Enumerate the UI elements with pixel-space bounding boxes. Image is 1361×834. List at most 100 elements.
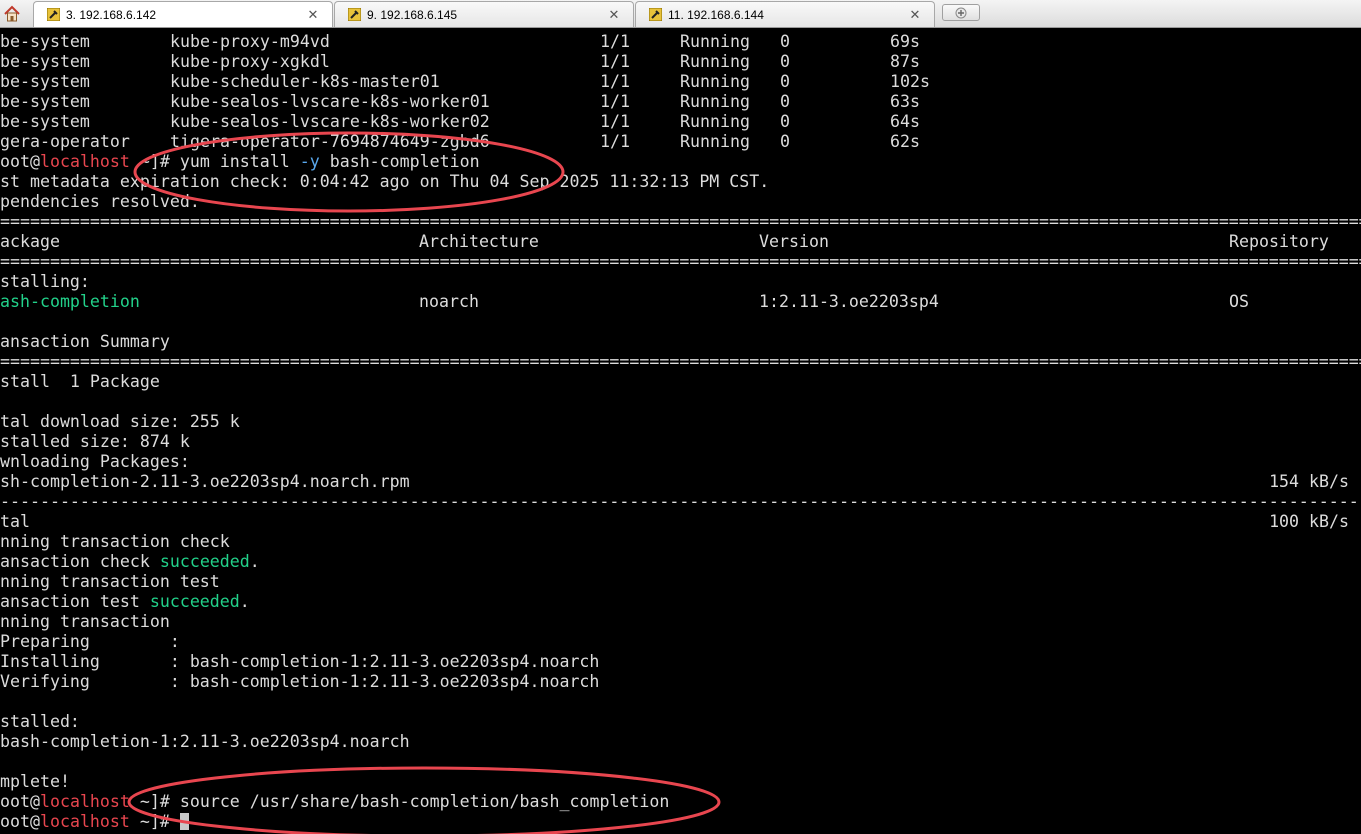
pod-name: kube-proxy-xgkdl — [170, 52, 330, 71]
metadata-line: st metadata expiration check: 0:04:42 ag… — [0, 172, 770, 191]
command-text: source /usr/share/bash-completion/bash_c… — [179, 792, 670, 811]
check-result: ansaction check succeeded. — [0, 552, 260, 572]
pod-row: be-system kube-proxy-xgkdl 1/1 Running 0… — [0, 52, 920, 72]
pod-age: 87s — [890, 52, 920, 71]
total-speed: 100 kB/s — [1269, 512, 1349, 531]
installing-step: Installing : bash-completion-1:2.11-3.oe… — [0, 652, 600, 671]
pod-name: kube-sealos-lvscare-k8s-worker02 — [170, 112, 490, 131]
installing-label: stalling: — [0, 272, 90, 291]
pod-age: 64s — [890, 112, 920, 131]
prompt-user: oot — [0, 812, 30, 831]
success-text: succeeded — [159, 552, 250, 571]
pod-row: be-system kube-scheduler-k8s-master01 1/… — [0, 72, 930, 92]
prompt-at: @ — [29, 152, 40, 171]
command-text: yum install — [179, 152, 300, 171]
pod-ready: 1/1 — [600, 112, 630, 131]
new-tab-icon — [955, 7, 967, 18]
prompt-at: @ — [29, 812, 40, 831]
separator-double: ========================================… — [0, 212, 1361, 231]
transaction-summary: ansaction Summary — [0, 332, 170, 351]
header-arch: Architecture — [419, 232, 539, 251]
home-icon — [4, 5, 20, 21]
table-header: ackage Architecture Version Repository — [0, 232, 1329, 252]
command-flag: -y — [299, 152, 320, 171]
prompt-line-source: oot@localhost ~]# source /usr/share/bash… — [0, 792, 669, 812]
pod-restarts: 0 — [780, 32, 790, 51]
test-text: ansaction test — [0, 592, 150, 611]
separator-dash: ----------------------------------------… — [0, 492, 1361, 511]
pod-restarts: 0 — [780, 112, 790, 131]
pod-status: Running — [680, 32, 750, 51]
pod-name: tigera-operator-7694874649-zgbd6 — [170, 132, 490, 151]
new-tab-button[interactable] — [942, 4, 980, 21]
pod-status: Running — [680, 72, 750, 91]
pod-ready: 1/1 — [600, 72, 630, 91]
home-button[interactable] — [0, 0, 24, 27]
terminal-key-icon — [649, 8, 662, 21]
rpm-download-row: sh-completion-2.11-3.oe2203sp4.noarch.rp… — [0, 472, 1361, 492]
pod-namespace: gera-operator — [0, 132, 130, 151]
verifying-step: Verifying : bash-completion-1:2.11-3.oe2… — [0, 672, 600, 691]
pod-name: kube-scheduler-k8s-master01 — [170, 72, 440, 91]
prompt-dir: ~]# — [129, 152, 180, 171]
pod-ready: 1/1 — [600, 132, 630, 151]
check-text: ansaction check — [0, 552, 160, 571]
pod-age: 62s — [890, 132, 920, 151]
package-version: 1:2.11-3.oe2203sp4 — [759, 292, 939, 311]
pod-namespace: be-system — [0, 52, 90, 71]
package-repo: OS — [1229, 292, 1249, 311]
running-test: nning transaction test — [0, 572, 220, 591]
close-icon[interactable]: ✕ — [306, 7, 320, 22]
pod-restarts: 0 — [780, 52, 790, 71]
downloading-label: wnloading Packages: — [0, 452, 190, 471]
pod-name: kube-proxy-m94vd — [170, 32, 330, 51]
pod-namespace: be-system — [0, 72, 90, 91]
installed-label: stalled: — [0, 712, 80, 731]
pod-status: Running — [680, 112, 750, 131]
rpm-speed: 154 kB/s — [1269, 472, 1349, 491]
pod-row: be-system kube-sealos-lvscare-k8s-worker… — [0, 92, 920, 112]
tab-label: 3. 192.168.6.142 — [66, 7, 157, 22]
terminal-key-icon — [348, 8, 361, 21]
test-result: ansaction test succeeded. — [0, 592, 250, 612]
running-transaction: nning transaction — [0, 612, 170, 631]
installed-package: bash-completion-1:2.11-3.oe2203sp4.noarc… — [0, 732, 410, 751]
tab-session-1[interactable]: 3. 192.168.6.142 ✕ — [33, 1, 333, 27]
package-name: ash-completion — [0, 292, 140, 311]
deps-line: pendencies resolved. — [0, 192, 200, 211]
prompt-line-current[interactable]: oot@localhost ~]# — [0, 812, 189, 832]
pod-restarts: 0 — [780, 132, 790, 151]
pod-age: 69s — [890, 32, 920, 51]
running-check: nning transaction check — [0, 532, 230, 551]
pod-age: 63s — [890, 92, 920, 111]
tab-bar: 3. 192.168.6.142 ✕ 9. 192.168.6.145 ✕ 11… — [0, 0, 1361, 28]
pod-namespace: be-system — [0, 32, 90, 51]
header-repo: Repository — [1229, 232, 1329, 251]
command-arg: bash-completion — [319, 152, 480, 171]
terminal-output[interactable]: be-system kube-proxy-m94vd 1/1 Running 0… — [0, 32, 1361, 834]
rpm-file: sh-completion-2.11-3.oe2203sp4.noarch.rp… — [0, 472, 410, 491]
tab-session-2[interactable]: 9. 192.168.6.145 ✕ — [334, 1, 634, 27]
prompt-host: localhost — [39, 792, 130, 811]
prompt-user: oot — [0, 792, 30, 811]
punct: . — [239, 592, 250, 611]
pod-row: gera-operator tigera-operator-7694874649… — [0, 132, 920, 152]
prompt-user: oot — [0, 152, 30, 171]
pod-restarts: 0 — [780, 72, 790, 91]
preparing-step: Preparing : — [0, 632, 180, 651]
download-size: tal download size: 255 k — [0, 412, 240, 431]
package-row: ash-completion noarch 1:2.11-3.oe2203sp4… — [0, 292, 1249, 312]
separator-double: ========================================… — [0, 252, 1361, 271]
punct: . — [249, 552, 260, 571]
tab-session-3[interactable]: 11. 192.168.6.144 ✕ — [635, 1, 935, 27]
prompt-at: @ — [29, 792, 40, 811]
close-icon[interactable]: ✕ — [607, 7, 621, 22]
pod-restarts: 0 — [780, 92, 790, 111]
pod-namespace: be-system — [0, 112, 90, 131]
close-icon[interactable]: ✕ — [908, 7, 922, 22]
installed-size: stalled size: 874 k — [0, 432, 190, 451]
prompt-line-yum: oot@localhost ~]# yum install -y bash-co… — [0, 152, 480, 172]
complete-line: mplete! — [0, 772, 70, 791]
prompt-dir: ~]# — [129, 792, 180, 811]
total-row: tal 100 kB/s — [0, 512, 1361, 532]
